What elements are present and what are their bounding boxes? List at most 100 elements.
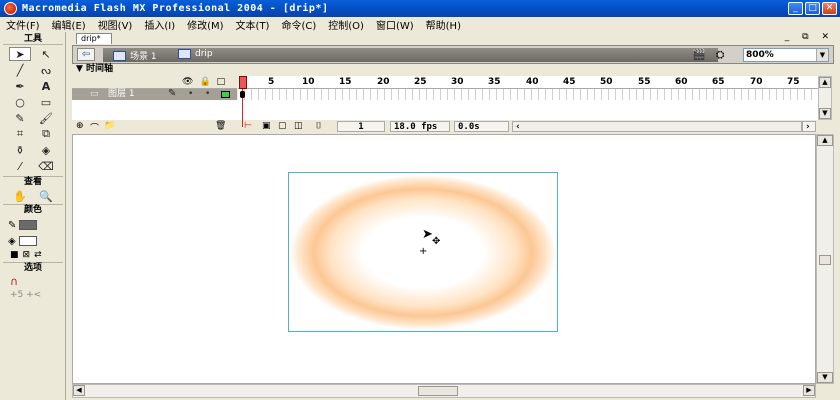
ink-bottle-tool-icon[interactable]: ⚱	[9, 143, 31, 157]
modify-markers-icon[interactable]: ⌷	[316, 121, 321, 131]
menu-bar: 文件(F) 编辑(E) 视图(V) 插入(I) 修改(M) 文本(T) 命令(C…	[0, 17, 840, 32]
timeline-hscroll[interactable]: ‹	[512, 121, 802, 132]
subselect-tool-icon[interactable]: ↖	[35, 47, 57, 61]
eye-icon[interactable]: 👁	[182, 77, 193, 87]
text-tool-icon[interactable]: A	[35, 79, 57, 93]
scroll-down-icon[interactable]: ▼	[819, 108, 831, 119]
add-layer-icon[interactable]: ⊕	[76, 121, 84, 131]
paint-bucket-tool-icon[interactable]: ◈	[35, 143, 57, 157]
layer-name[interactable]: 图层 1	[108, 89, 135, 100]
layer-outline-color[interactable]	[221, 91, 230, 98]
edit-multiple-icon[interactable]: ◫	[294, 121, 303, 131]
onion-skin-icon[interactable]: ▣	[262, 121, 271, 131]
menu-insert[interactable]: 插入(I)	[144, 17, 175, 32]
keyframe[interactable]	[240, 91, 245, 98]
delete-layer-icon[interactable]: 🗑	[215, 121, 226, 131]
fill-color-swatch[interactable]	[18, 236, 37, 246]
visibility-dot[interactable]: •	[188, 89, 193, 99]
flash-app-icon	[4, 2, 17, 15]
no-color-icon[interactable]: ⊠	[23, 250, 31, 260]
default-colors-icon[interactable]: ■	[10, 250, 19, 260]
window-title: Macromedia Flash MX Professional 2004 - …	[22, 3, 329, 14]
back-arrow-icon[interactable]: ⇦	[77, 48, 95, 61]
breadcrumb-scene[interactable]: 场景 1	[113, 49, 157, 62]
close-button[interactable]: ✕	[822, 2, 837, 15]
zoom-dropdown[interactable]: 800% ▼	[743, 48, 829, 62]
lasso-tool-icon[interactable]: ᔓ	[35, 63, 57, 77]
frames-row[interactable]	[238, 89, 818, 100]
lock-icon[interactable]: 🔒	[199, 77, 210, 87]
timeline-header[interactable]: ▼ 时间轴	[72, 64, 834, 75]
edit-bar: ⇦ 场景 1 drip 🎬 ⛭ 800% ▼	[72, 45, 834, 64]
scroll-right-icon[interactable]: ›	[802, 121, 816, 132]
eyedropper-tool-icon[interactable]: ⁄	[9, 159, 31, 173]
colors-header: 颜色	[3, 204, 63, 216]
timeline-scrollbar[interactable]: ▲ ▼	[818, 76, 832, 120]
ruler-tick: 60	[675, 77, 688, 87]
document-tab[interactable]: drip*	[76, 33, 112, 44]
ruler-tick: 70	[750, 77, 763, 87]
layer-row[interactable]: ▭ 图层 1 ✎ • •	[72, 88, 237, 100]
pencil-icon: ✎	[168, 88, 177, 99]
smooth-straighten-options[interactable]: +5 +<	[10, 290, 41, 300]
eraser-tool-icon[interactable]: ⌫	[35, 159, 57, 173]
center-frame-icon[interactable]: ⊢	[244, 121, 252, 131]
menu-window[interactable]: 窗口(W)	[376, 17, 414, 32]
vertical-scroll-thumb[interactable]	[819, 255, 831, 265]
pencil-tool-icon[interactable]: ✎	[9, 111, 31, 125]
stage-vertical-scrollbar[interactable]: ▲ ▼	[816, 134, 834, 384]
pen-tool-icon[interactable]: ✒	[9, 79, 31, 93]
timeline-panel: ▼ 时间轴 👁 🔒 □ 1 5 10 15 20 25 30 35 40 45 …	[72, 64, 834, 134]
frame-ruler[interactable]: 1 5 10 15 20 25 30 35 40 45 50 55 60 65 …	[238, 76, 818, 89]
symbol-label: drip	[195, 49, 213, 59]
horizontal-scroll-thumb[interactable]	[418, 386, 458, 396]
breadcrumb-symbol[interactable]: drip	[178, 49, 213, 59]
zoom-value: 800%	[746, 50, 774, 60]
edit-symbols-icon[interactable]: ⛭	[716, 48, 725, 62]
scroll-up-icon[interactable]: ▲	[817, 135, 833, 146]
lock-dot[interactable]: •	[205, 89, 210, 99]
fill-color-icon: ◈	[8, 235, 16, 247]
menu-commands[interactable]: 命令(C)	[281, 17, 316, 32]
oval-tool-icon[interactable]: ○	[9, 95, 31, 109]
menu-modify[interactable]: 修改(M)	[187, 17, 223, 32]
snap-magnet-icon[interactable]: ∩	[10, 275, 18, 288]
document-window-controls[interactable]: _ ⧉ ✕	[785, 32, 834, 42]
menu-file[interactable]: 文件(F)	[6, 17, 40, 32]
add-folder-icon[interactable]: 📁	[104, 121, 115, 131]
hand-tool-icon[interactable]: ✋	[9, 189, 31, 203]
arrow-tool-icon[interactable]: ➤	[9, 47, 31, 61]
menu-edit[interactable]: 编辑(E)	[52, 17, 86, 32]
brush-tool-icon[interactable]: 🖌	[35, 111, 57, 125]
menu-view[interactable]: 视图(V)	[98, 17, 133, 32]
edit-scene-icon[interactable]: 🎬	[692, 48, 706, 62]
stage-horizontal-scrollbar[interactable]: ◀ ▶	[72, 384, 816, 398]
scroll-right-icon[interactable]: ▶	[803, 385, 815, 396]
free-transform-tool-icon[interactable]: ⌗	[9, 127, 31, 141]
maximize-button[interactable]: □	[805, 2, 820, 15]
menu-text[interactable]: 文本(T)	[236, 17, 270, 32]
rectangle-tool-icon[interactable]: ▭	[35, 95, 57, 109]
scroll-up-icon[interactable]: ▲	[819, 77, 831, 88]
scroll-down-icon[interactable]: ▼	[817, 372, 833, 383]
line-tool-icon[interactable]: ╱	[9, 63, 31, 77]
stroke-color-swatch[interactable]	[19, 220, 38, 230]
timeline-empty-area	[72, 100, 818, 120]
layer-type-icon: ▭	[90, 89, 99, 99]
onion-outline-icon[interactable]: ▢	[278, 121, 287, 131]
fill-transform-tool-icon[interactable]: ⧉	[35, 127, 57, 141]
minimize-button[interactable]: _	[788, 2, 803, 15]
ruler-tick: 5	[268, 77, 275, 87]
stage-area[interactable]: ➤ ✥ +	[72, 134, 816, 384]
swap-colors-icon[interactable]: ⇄	[34, 250, 42, 260]
playhead[interactable]	[239, 76, 247, 89]
menu-control[interactable]: 控制(O)	[328, 17, 364, 32]
scroll-left-icon[interactable]: ◀	[73, 385, 85, 396]
chevron-down-icon[interactable]: ▼	[816, 49, 828, 61]
outline-icon[interactable]: □	[217, 77, 226, 87]
timeline-status-bar: ⊕ ⌒ 📁 🗑 ⊢ ▣ ▢ ◫ ⌷ 1 18.0 fps 0.0s ‹ ›	[72, 121, 818, 134]
menu-help[interactable]: 帮助(H)	[426, 17, 461, 32]
add-guide-icon[interactable]: ⌒	[90, 121, 99, 134]
zoom-tool-icon[interactable]: 🔍	[35, 189, 57, 203]
stage[interactable]: ➤ ✥ +	[288, 172, 558, 332]
